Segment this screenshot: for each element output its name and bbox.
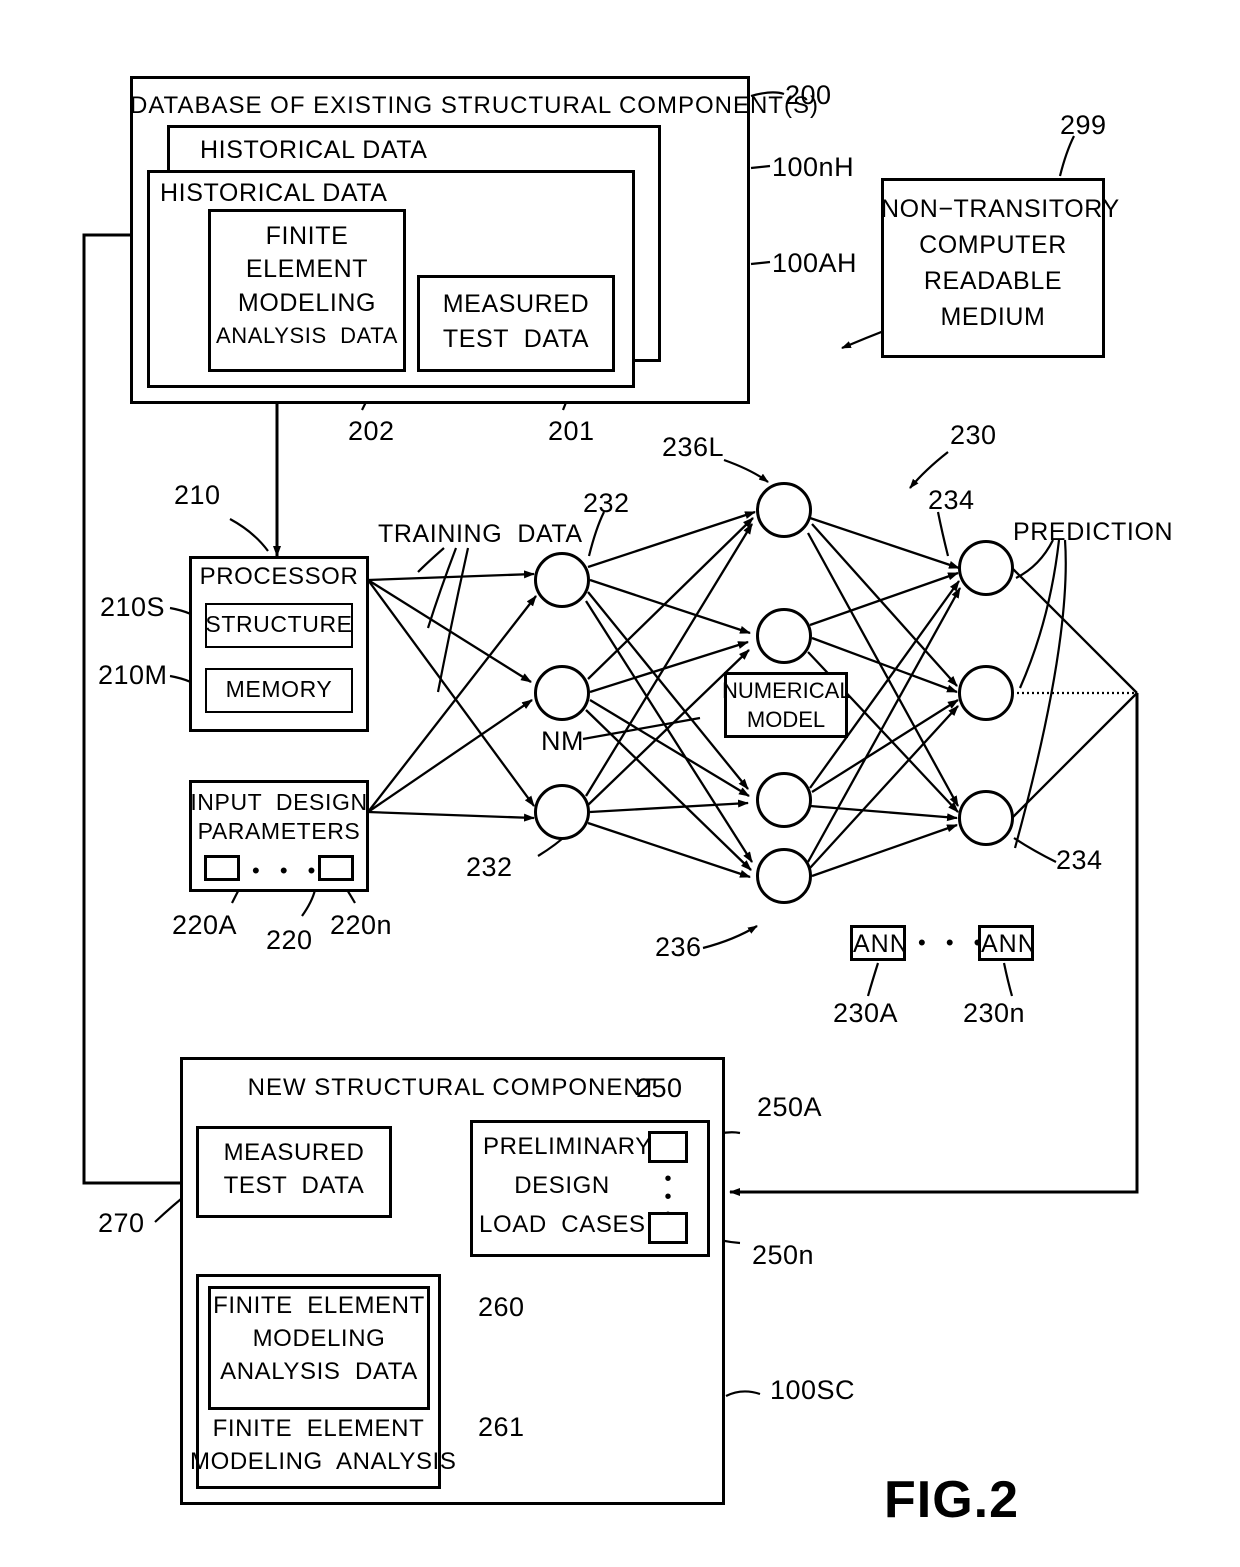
medium-line-3: READABLE xyxy=(923,267,1063,295)
memory-label: MEMORY xyxy=(225,676,333,702)
ref-230n: 230n xyxy=(963,998,1026,1028)
ref-220: 220 xyxy=(266,925,313,955)
ref-230A: 230A xyxy=(833,998,899,1028)
figure-canvas: DATABASE OF EXISTING STRUCTURAL COMPONEN… xyxy=(0,0,1240,1567)
ref-250n: 250n xyxy=(752,1240,815,1270)
database-title: DATABASE OF EXISTING STRUCTURAL COMPONEN… xyxy=(130,92,819,119)
ref-250: 250 xyxy=(636,1073,683,1103)
fem-line-2: ELEMENT xyxy=(245,255,369,283)
figure-title: FIG.2 xyxy=(884,1471,1020,1529)
numerical-model-line-1: NUMERICAL xyxy=(722,678,852,703)
ref-299: 299 xyxy=(1060,110,1107,140)
hidden-node-4 xyxy=(756,848,812,904)
prediction-label: PREDICTION xyxy=(1013,518,1174,546)
fem-line-4: ANALYSIS DATA xyxy=(215,323,398,348)
input-param-first xyxy=(204,855,240,881)
ref-261: 261 xyxy=(478,1412,525,1442)
new-fem-inner-line-2: MODELING xyxy=(252,1325,386,1352)
ref-210M: 210M xyxy=(98,660,168,690)
input-params-line-1: INPUT DESIGN xyxy=(190,789,368,815)
ann-box-first: ANN xyxy=(850,925,908,961)
input-params-line-2: PARAMETERS xyxy=(197,818,361,844)
preliminary-line-2: DESIGN xyxy=(514,1172,610,1199)
new-fem-inner-line-3: ANALYSIS DATA xyxy=(220,1358,418,1385)
training-data-label: TRAINING DATA xyxy=(378,520,583,548)
ref-NM: NM xyxy=(541,726,584,756)
structure-label: STRUCTURE xyxy=(205,611,353,637)
medium-line-2: COMPUTER xyxy=(919,231,1067,259)
measured-test-line-1: MEASURED xyxy=(442,290,590,318)
load-case-last xyxy=(648,1212,688,1244)
hidden-node-2 xyxy=(756,608,812,664)
ref-236: 236 xyxy=(655,932,702,962)
load-case-first xyxy=(648,1131,688,1163)
ref-200: 200 xyxy=(785,80,832,110)
new-fem-outer-line-2: MODELING ANALYSIS xyxy=(190,1448,457,1475)
new-measured-line-1: MEASURED xyxy=(223,1139,365,1166)
ref-236L: 236L xyxy=(662,432,725,462)
new-measured-line-2: TEST DATA xyxy=(223,1172,365,1199)
ref-100SC: 100SC xyxy=(770,1375,856,1405)
measured-test-line-2: TEST DATA xyxy=(442,325,590,353)
ref-234-top: 234 xyxy=(928,485,975,515)
output-node-3 xyxy=(958,790,1014,846)
hidden-node-3 xyxy=(756,772,812,828)
preliminary-line-1: PRELIMINARY xyxy=(483,1133,652,1160)
ref-232-bottom: 232 xyxy=(466,852,513,882)
fem-line-3: MODELING xyxy=(237,289,377,317)
ref-230: 230 xyxy=(950,420,997,450)
ref-210: 210 xyxy=(174,480,221,510)
preliminary-line-3: LOAD CASES xyxy=(479,1211,646,1238)
ref-100AH: 100AH xyxy=(772,248,858,278)
output-node-1 xyxy=(958,540,1014,596)
ref-232-top: 232 xyxy=(583,488,630,518)
ref-260: 260 xyxy=(478,1292,525,1322)
input-node-3 xyxy=(534,784,590,840)
ref-270: 270 xyxy=(98,1208,145,1238)
new-fem-outer-line-1: FINITE ELEMENT xyxy=(212,1415,425,1442)
output-node-2 xyxy=(958,665,1014,721)
ref-250A: 250A xyxy=(757,1092,823,1122)
new-fem-inner-line-1: FINITE ELEMENT xyxy=(213,1292,425,1319)
ref-201: 201 xyxy=(548,416,595,446)
medium-line-4: MEDIUM xyxy=(940,303,1046,331)
hidden-node-1 xyxy=(756,482,812,538)
numerical-model-line-2: MODEL xyxy=(746,707,826,732)
ann-box-last: ANN xyxy=(978,925,1036,961)
ref-220n: 220n xyxy=(330,910,393,940)
input-param-last xyxy=(318,855,354,881)
ref-210S: 210S xyxy=(100,592,166,622)
ref-234-bottom: 234 xyxy=(1056,845,1103,875)
historical-data-outer-label: HISTORICAL DATA xyxy=(200,136,428,164)
medium-line-1: NON−TRANSITORY xyxy=(881,195,1120,223)
ref-100nH: 100nH xyxy=(772,152,855,182)
input-node-1 xyxy=(534,552,590,608)
input-node-2 xyxy=(534,665,590,721)
fem-line-1: FINITE xyxy=(265,222,349,250)
ref-220A: 220A xyxy=(172,910,238,940)
ref-202: 202 xyxy=(348,416,395,446)
processor-title: PROCESSOR xyxy=(199,563,359,590)
input-params-ellipsis: • • • xyxy=(252,858,323,883)
historical-data-inner-label: HISTORICAL DATA xyxy=(160,179,388,207)
